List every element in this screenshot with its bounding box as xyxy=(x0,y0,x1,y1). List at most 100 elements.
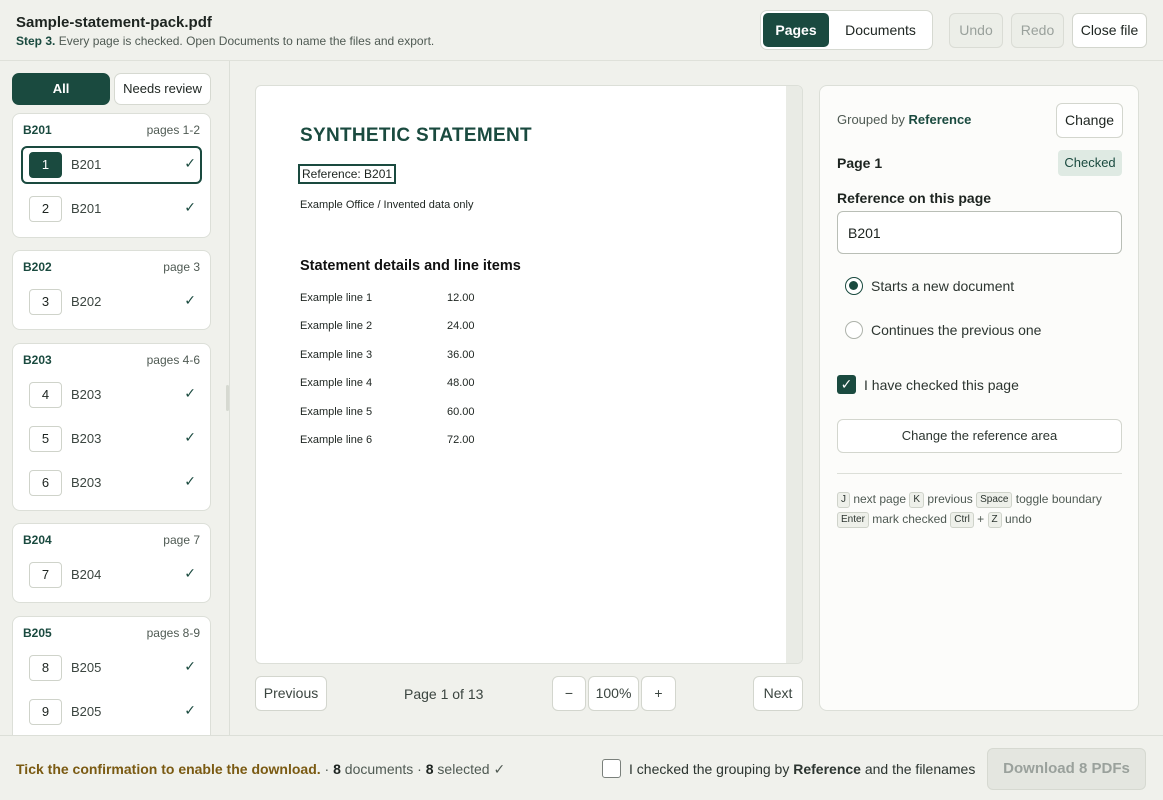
keyboard-shortcuts: J next page K previous Space toggle boun… xyxy=(837,489,1127,529)
document-group[interactable]: B202 page 3 3 B202 ✓ xyxy=(12,250,211,330)
line-label: Example line 4 xyxy=(300,377,373,389)
export-status: Tick the confirmation to enable the down… xyxy=(16,761,505,778)
shortcut-text: undo xyxy=(1001,512,1032,526)
confirm-grouping-checkbox[interactable] xyxy=(602,759,621,778)
confirm-field: Reference xyxy=(793,761,861,777)
page-row[interactable]: 6 B203 ✓ xyxy=(21,464,202,502)
page-row[interactable]: 2 B201 ✓ xyxy=(21,190,202,228)
group-reference: B202 xyxy=(23,260,52,274)
page-row[interactable]: 9 B205 ✓ xyxy=(21,693,202,731)
zoom-out-button[interactable]: − xyxy=(552,676,586,711)
line-label: Example line 3 xyxy=(300,349,373,361)
checked-page-checkbox[interactable]: ✓ xyxy=(837,375,856,394)
radio-selected-icon xyxy=(845,277,863,295)
page-row[interactable]: 4 B203 ✓ xyxy=(21,376,202,414)
page-number: 7 xyxy=(29,562,62,588)
page-number: 5 xyxy=(29,426,62,452)
line-value: 12.00 xyxy=(447,292,475,304)
page-sidebar: All Needs review B201 pages 1-2 1 B201 ✓… xyxy=(0,61,222,735)
reference-input[interactable] xyxy=(837,211,1122,254)
tab-pages[interactable]: Pages xyxy=(763,13,829,47)
selected-text: selected ✓ xyxy=(433,761,506,777)
shortcut-text: next page xyxy=(850,492,910,506)
confirm-pre: I checked the grouping by xyxy=(629,761,794,777)
file-title: Sample-statement-pack.pdf xyxy=(16,14,212,31)
group-page-range: page 7 xyxy=(163,533,200,547)
preview-scrollbar[interactable] xyxy=(786,86,802,663)
page-title: Page 1 xyxy=(837,155,883,171)
change-reference-area-button[interactable]: Change the reference area xyxy=(837,419,1122,453)
line-label: Example line 5 xyxy=(300,406,373,418)
page-number: 9 xyxy=(29,699,62,725)
page-reference: B203 xyxy=(71,475,102,490)
document-section-heading: Statement details and line items xyxy=(300,258,521,274)
document-group[interactable]: B203 pages 4-6 4 B203 ✓ 5 B203 ✓ 6 B203 … xyxy=(12,343,211,511)
tab-documents[interactable]: Documents xyxy=(831,13,930,47)
line-item: Example line 3 36.00 xyxy=(300,349,500,363)
top-bar: Sample-statement-pack.pdf Step 3. Every … xyxy=(0,0,1163,61)
page-number: 3 xyxy=(29,289,62,315)
shortcut-text: mark checked xyxy=(868,512,951,526)
radio-unselected-icon xyxy=(845,321,863,339)
resize-handle[interactable] xyxy=(226,385,229,411)
page-row[interactable]: 7 B204 ✓ xyxy=(21,556,202,594)
document-group[interactable]: B204 page 7 7 B204 ✓ xyxy=(12,523,211,603)
undo-button[interactable]: Undo xyxy=(949,13,1003,48)
group-page-range: pages 8-9 xyxy=(146,626,200,640)
confirm-post: and the filenames xyxy=(860,761,976,777)
radio-continues-previous[interactable]: Continues the previous one xyxy=(845,320,1135,342)
selected-count: 8 xyxy=(425,761,434,777)
checkmark-icon: ✓ xyxy=(184,565,196,581)
separator: · xyxy=(320,761,334,777)
page-number: 2 xyxy=(29,196,62,222)
status-badge: Checked xyxy=(1058,150,1122,176)
page-number: 8 xyxy=(29,655,62,681)
download-pdfs-button[interactable]: Download 8 PDFs xyxy=(987,748,1146,790)
key-z: Z xyxy=(987,511,1002,528)
key-j: J xyxy=(837,491,850,508)
checkmark-icon: ✓ xyxy=(184,473,196,489)
confirmation-warning: Tick the confirmation to enable the down… xyxy=(16,761,321,777)
key-enter: Enter xyxy=(837,511,869,528)
filter-needs-review-button[interactable]: Needs review xyxy=(114,73,211,105)
reference-field-label: Reference on this page xyxy=(837,190,992,206)
page-reference: B205 xyxy=(71,704,102,719)
page-row[interactable]: 5 B203 ✓ xyxy=(21,420,202,458)
redo-button[interactable]: Redo xyxy=(1011,13,1064,48)
documents-text: documents · xyxy=(340,761,426,777)
zoom-in-button[interactable]: + xyxy=(641,676,676,711)
line-item: Example line 4 48.00 xyxy=(300,377,500,391)
step-hint: Step 3. Every page is checked. Open Docu… xyxy=(16,34,434,48)
step-label: Step 3. xyxy=(16,34,56,48)
footer-bar: Tick the confirmation to enable the down… xyxy=(0,735,1163,800)
next-page-button[interactable]: Next xyxy=(753,676,803,711)
group-header: B202 page 3 xyxy=(23,260,200,276)
view-switch: Pages Documents xyxy=(760,10,933,50)
page-number: 6 xyxy=(29,470,62,496)
confirm-grouping-label[interactable]: I checked the grouping by Reference and … xyxy=(629,761,975,777)
page-row[interactable]: 3 B202 ✓ xyxy=(21,283,202,321)
line-item: Example line 6 72.00 xyxy=(300,434,500,448)
checkmark-icon: ✓ xyxy=(184,155,196,171)
previous-page-button[interactable]: Previous xyxy=(255,676,327,711)
page-reference: B201 xyxy=(71,201,102,216)
page-row[interactable]: 8 B205 ✓ xyxy=(21,649,202,687)
page-reference: B203 xyxy=(71,431,102,446)
change-grouping-button[interactable]: Change xyxy=(1056,103,1123,138)
zoom-level[interactable]: 100% xyxy=(588,676,639,711)
page-row-selected[interactable]: 1 B201 ✓ xyxy=(21,146,202,184)
group-reference: B201 xyxy=(23,123,52,137)
radio-starts-new-document[interactable]: Starts a new document xyxy=(845,276,1135,298)
group-page-range: pages 4-6 xyxy=(146,353,200,367)
page-reference: B203 xyxy=(71,387,102,402)
document-office: Example Office / Invented data only xyxy=(300,199,474,211)
filter-all-button[interactable]: All xyxy=(12,73,110,105)
document-group[interactable]: B205 pages 8-9 8 B205 ✓ 9 B205 ✓ xyxy=(12,616,211,735)
checked-page-label: I have checked this page xyxy=(864,377,1019,393)
document-title: SYNTHETIC STATEMENT xyxy=(300,125,532,146)
line-value: 36.00 xyxy=(447,349,475,361)
checkmark-icon: ✓ xyxy=(184,292,196,308)
document-group[interactable]: B201 pages 1-2 1 B201 ✓ 2 B201 ✓ xyxy=(12,113,211,238)
checkmark-icon: ✓ xyxy=(184,702,196,718)
close-file-button[interactable]: Close file xyxy=(1072,13,1147,48)
